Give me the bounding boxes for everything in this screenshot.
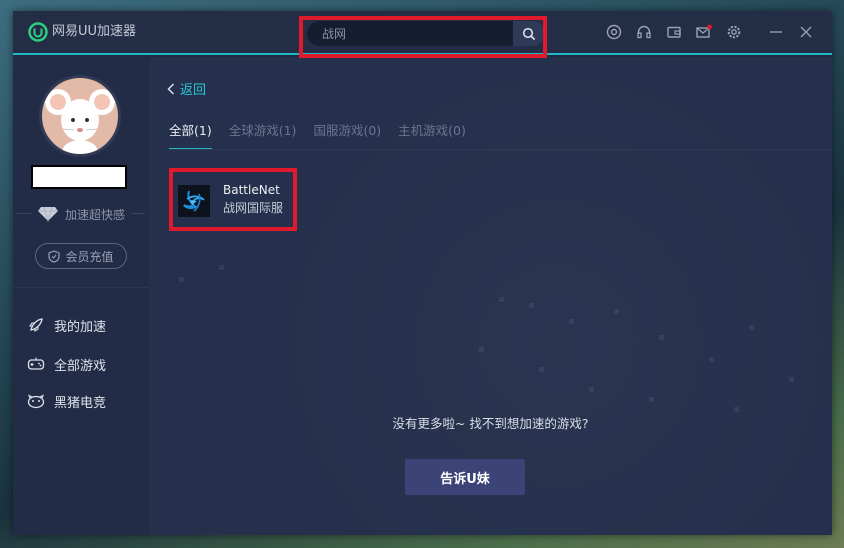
avatar[interactable] xyxy=(39,75,121,157)
gamepad-icon xyxy=(27,357,45,370)
sidebar-item-label: 我的加速 xyxy=(54,319,107,335)
chevron-left-icon xyxy=(167,82,175,95)
map-dot xyxy=(529,303,534,308)
username-redacted xyxy=(31,165,127,189)
map-dot xyxy=(219,265,224,270)
map-dot xyxy=(589,387,594,392)
uu-logo-icon xyxy=(28,22,48,42)
sidebar-item-label: 黑猪电竞 xyxy=(54,395,107,411)
title-bar: 网易UU加速器 xyxy=(13,11,832,55)
sidebar: 加速超快感 会员充值 我的加速 全部游戏 黑猪电竞 xyxy=(13,57,149,535)
map-dot xyxy=(479,347,484,352)
mail-icon[interactable] xyxy=(695,22,713,42)
rat-avatar-icon xyxy=(45,89,115,154)
tab-global-games[interactable]: 全球游戏(1) xyxy=(229,120,297,150)
sidebar-divider xyxy=(13,287,149,288)
sidebar-item-all-games[interactable]: 全部游戏 xyxy=(27,353,147,375)
badge-label: 加速超快感 xyxy=(64,207,125,222)
game-subtitle: 战网国际服 xyxy=(223,201,284,215)
shield-icon xyxy=(48,249,61,263)
map-dot xyxy=(734,407,739,412)
search-button[interactable] xyxy=(513,21,545,46)
map-dot xyxy=(749,325,754,330)
headset-icon[interactable] xyxy=(635,22,653,42)
no-more-message: 没有更多啦~ 找不到想加速的游戏? xyxy=(392,416,589,431)
search-input[interactable] xyxy=(307,21,507,46)
game-name: BattleNet xyxy=(223,183,280,197)
app-title: 网易UU加速器 xyxy=(52,24,137,39)
map-dot xyxy=(789,377,794,382)
map-dot xyxy=(709,357,714,362)
tabs-divider xyxy=(169,149,832,150)
map-dot xyxy=(659,335,664,340)
map-dot xyxy=(179,277,184,282)
sidebar-item-my-acceleration[interactable]: 我的加速 xyxy=(27,314,147,336)
sidebar-item-heizhu-esports[interactable]: 黑猪电竞 xyxy=(27,390,147,412)
battlenet-icon xyxy=(178,185,210,217)
search-icon xyxy=(522,27,536,40)
map-dot xyxy=(499,297,504,302)
main-panel: 返回 全部(1) 全球游戏(1) 国服游戏(0) 主机游戏(0) BattleN… xyxy=(149,57,832,535)
app-window: 网易UU加速器 战网 加速超快感 会员充值 我的加速 全部游戏 黑猪电竞 返回 … xyxy=(13,11,832,535)
game-result-item[interactable]: BattleNet 战网国际服 xyxy=(178,181,288,227)
map-dot xyxy=(539,367,544,372)
diamond-icon xyxy=(37,206,58,222)
close-icon[interactable] xyxy=(797,22,815,42)
settings-gear-icon[interactable] xyxy=(725,22,743,42)
tab-china-games[interactable]: 国服游戏(0) xyxy=(313,120,381,150)
speed-badge: 加速超快感 xyxy=(13,201,149,227)
map-dot xyxy=(569,319,574,324)
map-dot xyxy=(614,309,619,314)
back-label: 返回 xyxy=(180,83,207,98)
category-tabs: 全部(1) 全球游戏(1) 国服游戏(0) 主机游戏(0) xyxy=(169,120,466,150)
back-button[interactable]: 返回 xyxy=(167,79,206,98)
minimize-icon[interactable] xyxy=(767,22,785,42)
tell-u-mei-button[interactable]: 告诉U妹 xyxy=(405,459,525,495)
tab-console-games[interactable]: 主机游戏(0) xyxy=(398,120,466,150)
vip-recharge-button[interactable]: 会员充值 xyxy=(35,243,127,269)
vip-recharge-label: 会员充值 xyxy=(65,249,114,264)
tab-all[interactable]: 全部(1) xyxy=(169,120,212,150)
search-box xyxy=(307,21,545,46)
sidebar-item-label: 全部游戏 xyxy=(54,358,107,374)
map-dot xyxy=(649,397,654,402)
speed-mode-icon[interactable] xyxy=(605,22,623,42)
pig-icon xyxy=(27,394,45,409)
wallet-icon[interactable] xyxy=(665,22,683,42)
rocket-icon xyxy=(28,318,43,333)
